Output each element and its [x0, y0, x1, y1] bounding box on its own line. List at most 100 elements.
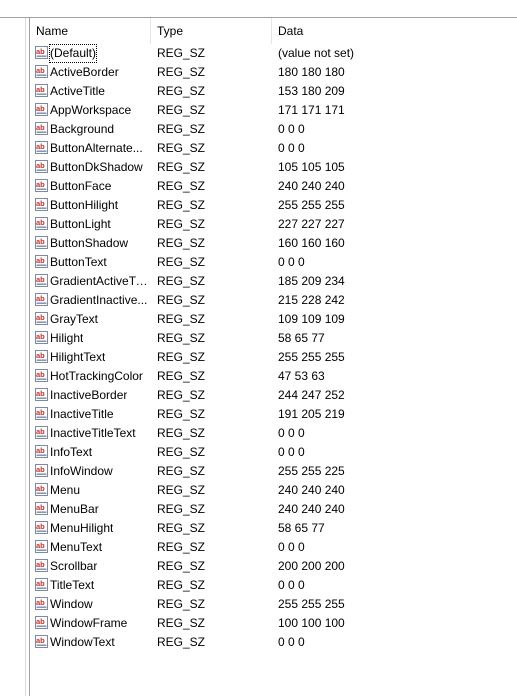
table-row[interactable]: ab MenuHilight REG_SZ 58 65 77 — [30, 519, 517, 538]
table-row[interactable]: ab Background REG_SZ 0 0 0 — [30, 120, 517, 139]
table-row[interactable]: ab HilightText REG_SZ 255 255 255 — [30, 348, 517, 367]
svg-text:ab: ab — [36, 180, 45, 189]
table-row[interactable]: ab ActiveBorder REG_SZ 180 180 180 — [30, 63, 517, 82]
value-name: Scrollbar — [50, 559, 98, 573]
value-data: 200 200 200 — [278, 559, 345, 573]
value-data: 215 228 242 — [278, 293, 345, 307]
value-data: 240 240 240 — [278, 483, 345, 497]
string-value-icon: ab — [35, 236, 48, 249]
string-value-icon: ab — [35, 141, 48, 154]
value-name: InactiveTitle — [50, 407, 114, 421]
svg-text:ab: ab — [36, 617, 45, 626]
table-row[interactable]: ab ActiveTitle REG_SZ 153 180 209 — [30, 82, 517, 101]
value-data: 240 240 240 — [278, 179, 345, 193]
table-row[interactable]: ab ButtonShadow REG_SZ 160 160 160 — [30, 234, 517, 253]
string-value-icon: ab — [35, 597, 48, 610]
value-data: 47 53 63 — [278, 369, 325, 383]
table-row[interactable]: ab Scrollbar REG_SZ 200 200 200 — [30, 557, 517, 576]
values-list-view[interactable]: Name Type Data ab (Default) REG_SZ (value n… — [30, 18, 517, 696]
svg-text:ab: ab — [36, 256, 45, 265]
value-name-cell: ab GradientActiveTi... — [35, 272, 148, 291]
table-row[interactable]: ab Window REG_SZ 255 255 255 — [30, 595, 517, 614]
value-name: ActiveBorder — [50, 65, 119, 79]
table-row[interactable]: ab ButtonText REG_SZ 0 0 0 — [30, 253, 517, 272]
table-row[interactable]: ab GrayText REG_SZ 109 109 109 — [30, 310, 517, 329]
value-name-cell: ab ButtonText — [35, 253, 148, 272]
value-name-cell: ab TitleText — [35, 576, 148, 595]
value-data: 255 255 255 — [278, 597, 345, 611]
value-name: GrayText — [50, 312, 99, 326]
table-row[interactable]: ab HotTrackingColor REG_SZ 47 53 63 — [30, 367, 517, 386]
table-row[interactable]: ab Hilight REG_SZ 58 65 77 — [30, 329, 517, 348]
table-row[interactable]: ab WindowText REG_SZ 0 0 0 — [30, 633, 517, 652]
table-row[interactable]: ab ButtonHilight REG_SZ 255 255 255 — [30, 196, 517, 215]
string-value-icon: ab — [35, 312, 48, 325]
value-type: REG_SZ — [157, 464, 206, 478]
value-name: Hilight — [50, 331, 84, 345]
value-name: ActiveTitle — [50, 84, 105, 98]
string-value-icon: ab — [35, 293, 48, 306]
value-name-cell: ab WindowFrame — [35, 614, 148, 633]
value-type: REG_SZ — [157, 540, 206, 554]
svg-text:ab: ab — [36, 560, 45, 569]
value-type: REG_SZ — [157, 331, 206, 345]
svg-text:ab: ab — [36, 598, 45, 607]
value-name-cell: ab Scrollbar — [35, 557, 148, 576]
value-data: 105 105 105 — [278, 160, 345, 174]
table-row[interactable]: ab MenuBar REG_SZ 240 240 240 — [30, 500, 517, 519]
value-name-cell: ab ActiveTitle — [35, 82, 148, 101]
value-name: HotTrackingColor — [50, 369, 143, 383]
value-name-cell: ab MenuText — [35, 538, 148, 557]
svg-text:ab: ab — [36, 503, 45, 512]
value-name: Background — [50, 122, 115, 136]
table-row[interactable]: ab InactiveTitle REG_SZ 191 205 219 — [30, 405, 517, 424]
svg-text:ab: ab — [36, 332, 45, 341]
value-type: REG_SZ — [157, 217, 206, 231]
value-type: REG_SZ — [157, 350, 206, 364]
value-name: MenuBar — [50, 502, 99, 516]
value-name: Window — [50, 597, 93, 611]
value-data: 109 109 109 — [278, 312, 345, 326]
table-row[interactable]: ab TitleText REG_SZ 0 0 0 — [30, 576, 517, 595]
svg-text:ab: ab — [36, 408, 45, 417]
table-row[interactable]: ab MenuText REG_SZ 0 0 0 — [30, 538, 517, 557]
table-row[interactable]: ab InfoText REG_SZ 0 0 0 — [30, 443, 517, 462]
value-name: HilightText — [50, 350, 106, 364]
value-data: (value not set) — [278, 46, 355, 60]
table-row[interactable]: ab ButtonDkShadow REG_SZ 105 105 105 — [30, 158, 517, 177]
value-name-cell: ab ButtonLight — [35, 215, 148, 234]
value-data: 255 255 255 — [278, 350, 345, 364]
string-value-icon: ab — [35, 331, 48, 344]
table-row[interactable]: ab GradientInactive... REG_SZ 215 228 242 — [30, 291, 517, 310]
value-name: ButtonAlternate... — [50, 141, 143, 155]
table-row[interactable]: ab (Default) REG_SZ (value not set) — [30, 44, 517, 63]
value-name: TitleText — [50, 578, 95, 592]
table-row[interactable]: ab WindowFrame REG_SZ 100 100 100 — [30, 614, 517, 633]
table-row[interactable]: ab AppWorkspace REG_SZ 171 171 171 — [30, 101, 517, 120]
value-name-cell: ab AppWorkspace — [35, 101, 148, 120]
table-row[interactable]: ab InactiveTitleText REG_SZ 0 0 0 — [30, 424, 517, 443]
value-name: ButtonLight — [50, 217, 111, 231]
table-row[interactable]: ab InactiveBorder REG_SZ 244 247 252 — [30, 386, 517, 405]
table-row[interactable]: ab ButtonAlternate... REG_SZ 0 0 0 — [30, 139, 517, 158]
splitter-line[interactable] — [25, 18, 26, 696]
value-name: InactiveTitleText — [50, 426, 136, 440]
value-data: 0 0 0 — [278, 426, 305, 440]
table-row[interactable]: ab ButtonLight REG_SZ 227 227 227 — [30, 215, 517, 234]
table-row[interactable]: ab Menu REG_SZ 240 240 240 — [30, 481, 517, 500]
values-rows: ab (Default) REG_SZ (value not set) ab Active… — [30, 44, 517, 652]
column-header-type[interactable]: Type — [151, 18, 272, 44]
value-data: 0 0 0 — [278, 445, 305, 459]
svg-text:ab: ab — [36, 579, 45, 588]
column-header-data[interactable]: Data — [272, 18, 517, 44]
value-type: REG_SZ — [157, 597, 206, 611]
string-value-icon: ab — [35, 426, 48, 439]
table-row[interactable]: ab InfoWindow REG_SZ 255 255 225 — [30, 462, 517, 481]
value-type: REG_SZ — [157, 46, 206, 60]
value-type: REG_SZ — [157, 122, 206, 136]
table-row[interactable]: ab ButtonFace REG_SZ 240 240 240 — [30, 177, 517, 196]
value-type: REG_SZ — [157, 388, 206, 402]
table-row[interactable]: ab GradientActiveTi... REG_SZ 185 209 234 — [30, 272, 517, 291]
column-header-name[interactable]: Name — [30, 18, 151, 44]
value-type: REG_SZ — [157, 198, 206, 212]
